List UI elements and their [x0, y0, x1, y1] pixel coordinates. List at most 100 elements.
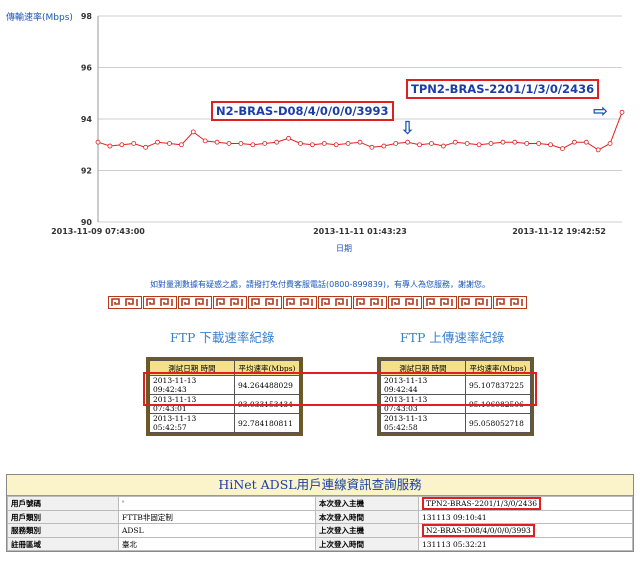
data-point: [488, 141, 494, 146]
field-label: 上次登入主機: [315, 523, 419, 538]
field-value-cell: N2-BRAS-D08/4/0/0/0/3993: [418, 523, 633, 538]
column-header: 平均速率(Mbps): [465, 360, 531, 376]
data-point: [381, 143, 387, 149]
field-value: ADSL: [118, 523, 316, 538]
data-point: [250, 142, 256, 148]
data-point: [119, 142, 125, 148]
data-point: [357, 139, 363, 145]
data-point: [619, 109, 625, 115]
field-label: 上次登入時間: [315, 537, 419, 551]
hinet-info-table: 用戶號碼 ' 本次登入主機 TPN2-BRAS-2201/1/3/0/2436 …: [7, 496, 633, 551]
data-point: [429, 141, 434, 146]
table-row: 2013-11-13 07:43:03 95.106082506: [380, 394, 531, 414]
data-point: [298, 141, 303, 146]
table-cell: 2013-11-13 07:43:01: [149, 394, 235, 414]
data-point: [262, 141, 268, 146]
data-point: [131, 141, 137, 146]
y-tick-label: 92: [81, 167, 92, 176]
hinet-panel-title: HiNet ADSL用戶連線資訊查詢服務: [7, 475, 633, 496]
field-label: 服務類別: [7, 523, 119, 538]
table-cell: 95.107837225: [465, 375, 531, 395]
table-cell: 2013-11-13 05:42:57: [149, 413, 235, 433]
previous-host-value: N2-BRAS-D08/4/0/0/0/3993: [422, 524, 535, 537]
support-notice: 如對量測數據有疑惑之處，請撥打免付費客服電話(0800-899839)，有專人為…: [149, 280, 491, 289]
y-tick-label: 90: [81, 218, 93, 227]
column-header: 測試日期 時間: [380, 360, 466, 376]
table-cell: 2013-11-13 09:42:43: [149, 375, 235, 395]
ftp-download-table-frame: 測試日期 時間 平均速率(Mbps) 2013-11-13 09:42:43 9…: [146, 357, 303, 436]
arrow-down-icon: ⇩: [400, 118, 416, 139]
table-cell: 95.058052718: [465, 413, 531, 433]
field-label: 用戶號碼: [7, 496, 119, 511]
table-cell: 2013-11-13 07:43:03: [380, 394, 466, 414]
data-point: [167, 141, 172, 146]
field-value: 臺北: [118, 537, 316, 551]
table-cell: 2013-11-13 05:42:58: [380, 413, 466, 433]
chart-x-axis-label: 日期: [336, 244, 352, 253]
data-point: [548, 142, 553, 148]
y-tick-label: 94: [81, 115, 93, 124]
field-value: FTTB非固定制: [118, 510, 316, 524]
table-cell: 93.033153434: [234, 394, 300, 414]
data-point: [536, 141, 542, 146]
table-cell: 92.784180811: [234, 413, 300, 433]
x-tick-label: 2013-11-12 19:42:52: [512, 227, 606, 236]
ftp-download-title: FTP 下載速率紀錄: [170, 330, 275, 345]
data-point: [309, 142, 315, 148]
field-value: 131113 09:10:41: [418, 510, 633, 524]
data-point: [202, 138, 208, 144]
data-point: [107, 143, 113, 149]
table-row: 2013-11-13 09:42:43 94.264488029: [149, 375, 300, 395]
data-point: [190, 129, 196, 135]
field-label: 本次登入主機: [315, 496, 419, 511]
hinet-info-panel: HiNet ADSL用戶連線資訊查詢服務 用戶號碼 ' 本次登入主機 TPN2-…: [6, 474, 634, 552]
table-row: 用戶號碼 ' 本次登入主機 TPN2-BRAS-2201/1/3/0/2436: [7, 496, 633, 511]
data-point: [238, 141, 244, 146]
column-header: 測試日期 時間: [149, 360, 235, 376]
field-value: ': [118, 496, 316, 511]
data-point: [452, 139, 458, 145]
field-label: 本次登入時間: [315, 510, 419, 524]
field-label: 註冊區域: [7, 537, 119, 551]
table-row: 2013-11-13 09:42:44 95.107837225: [380, 375, 531, 395]
speed-line-chart: 98 96 94 92 902013-11-09 07:43:00 2013-11-11 …: [51, 12, 625, 236]
data-point: [333, 142, 339, 148]
table-row: 註冊區域 臺北 上次登入時間 131113 05:32:21: [7, 537, 633, 551]
column-header: 平均速率(Mbps): [234, 360, 300, 376]
y-tick-label: 98: [81, 12, 93, 21]
data-point: [571, 139, 577, 145]
table-row: 用戶類別 FTTB非固定制 本次登入時間 131113 09:10:41: [7, 510, 633, 524]
table-row: 2013-11-13 05:42:58 95.058052718: [380, 413, 531, 433]
data-point: [143, 144, 149, 150]
data-point: [512, 139, 518, 145]
table-row: 服務類別 ADSL 上次登入主機 N2-BRAS-D08/4/0/0/0/399…: [7, 523, 633, 538]
data-point: [607, 141, 613, 146]
table-row: 2013-11-13 07:43:01 93.033153434: [149, 394, 300, 414]
y-tick-label: 96: [81, 64, 93, 73]
data-point: [464, 141, 470, 146]
data-point: [214, 139, 220, 145]
data-point: [440, 143, 446, 149]
table-cell: 94.264488029: [234, 375, 300, 395]
data-point: [476, 142, 482, 148]
field-value-cell: TPN2-BRAS-2201/1/3/0/2436: [418, 496, 633, 511]
ftp-upload-table: 測試日期 時間 平均速率(Mbps) 2013-11-13 09:42:44 9…: [380, 360, 531, 433]
ftp-upload-table-frame: 測試日期 時間 平均速率(Mbps) 2013-11-13 09:42:44 9…: [377, 357, 534, 436]
data-point: [178, 142, 184, 148]
data-point: [155, 139, 160, 145]
data-point: [321, 141, 327, 146]
bras-current-annotation: TPN2-BRAS-2201/1/3/0/2436: [406, 79, 600, 99]
x-tick-label: 2013-11-09 07:43:00: [51, 227, 145, 236]
data-point: [524, 141, 530, 146]
data-point: [286, 135, 291, 141]
data-point: [500, 139, 506, 145]
decorative-pattern-band: [108, 296, 528, 310]
table-row: 2013-11-13 05:42:57 92.784180811: [149, 413, 300, 433]
ftp-download-table: 測試日期 時間 平均速率(Mbps) 2013-11-13 09:42:43 9…: [149, 360, 300, 433]
data-point: [369, 144, 375, 150]
table-cell: 2013-11-13 09:42:44: [380, 375, 466, 395]
data-point: [345, 141, 351, 146]
data-point: [583, 139, 589, 145]
data-point: [560, 146, 565, 152]
x-tick-label: 2013-11-11 01:43:23: [313, 227, 407, 236]
